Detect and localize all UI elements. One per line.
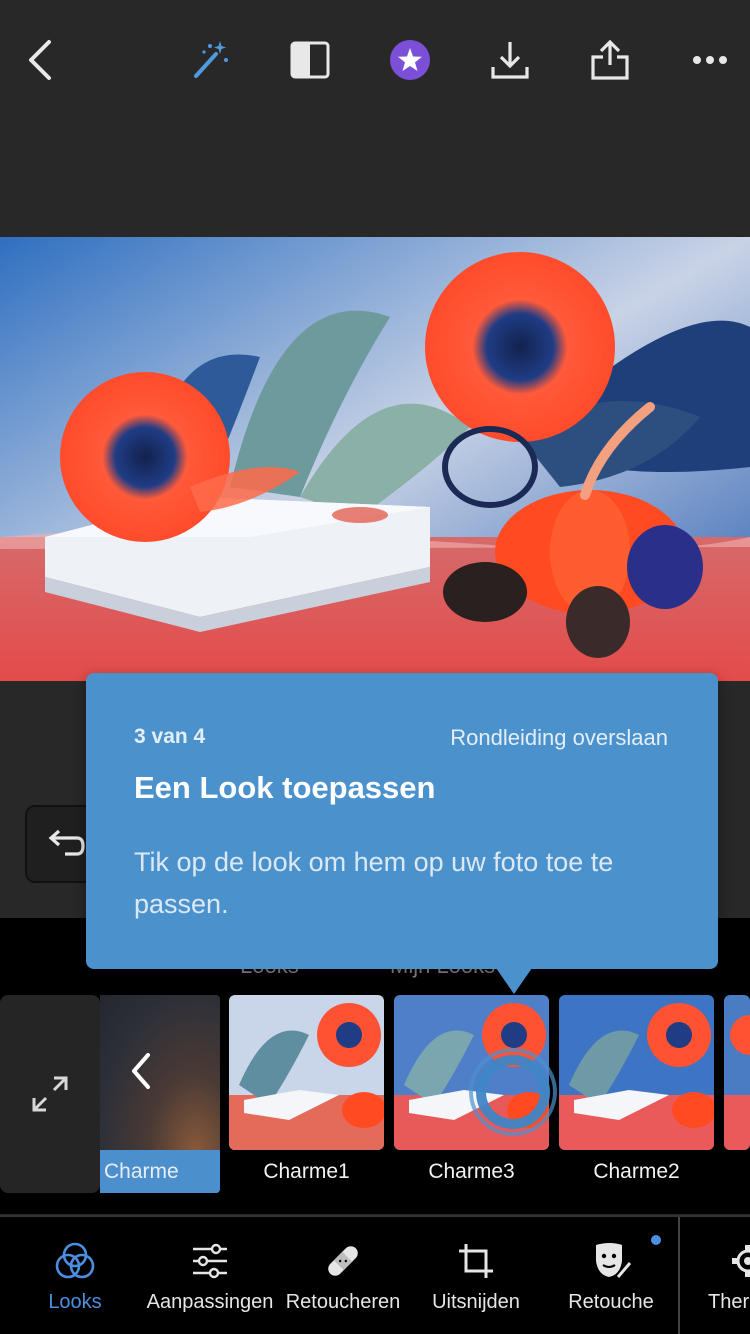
nav-face-retouch[interactable]: Retouche [560, 1217, 662, 1334]
look-thumbnail-charme1[interactable] [229, 995, 384, 1150]
look-label-charme1: Charme1 [263, 1160, 350, 1183]
nav-face-retouch-label: Retouche [568, 1291, 654, 1313]
magic-wand-icon [194, 41, 228, 78]
edited-photo[interactable] [0, 237, 750, 681]
new-feature-dot [651, 1235, 661, 1245]
look-thumbnail-next[interactable] [724, 995, 750, 1150]
look-group-label: Charme [100, 1150, 220, 1193]
looks-icon [55, 1242, 95, 1279]
nav-retouch[interactable]: Retoucheren [282, 1217, 404, 1334]
nav-adjustments-label: Aanpassingen [146, 1291, 274, 1313]
look-preview [724, 995, 750, 1150]
look-label-charme3: Charme3 [428, 1160, 515, 1183]
skip-tour-link[interactable]: Rondleiding overslaan [450, 725, 668, 751]
look-thumbnail-charme2[interactable] [559, 995, 714, 1150]
tap-indicator-icon [469, 1048, 557, 1136]
gear-icon [732, 1245, 750, 1277]
nav-divider [678, 1217, 680, 1334]
face-retouch-icon [596, 1243, 632, 1278]
photo-canvas [0, 237, 750, 681]
tour-step-counter: 3 van 4 [134, 725, 206, 748]
bandage-icon [328, 1246, 358, 1276]
compare-button[interactable] [280, 30, 340, 90]
share-button[interactable] [580, 30, 640, 90]
sliders-icon [193, 1243, 227, 1279]
back-button[interactable] [10, 30, 70, 90]
tour-body: Tik op de look om hem op uw foto toe te … [134, 847, 614, 919]
look-preview [229, 995, 384, 1150]
look-label-charme2: Charme2 [593, 1160, 680, 1183]
tour-tooltip-arrow [496, 968, 532, 994]
star-badge-icon [390, 40, 430, 80]
nav-themes[interactable]: Ther [702, 1217, 750, 1334]
tour-tooltip: 3 van 4 Rondleiding overslaan Een Look t… [86, 673, 718, 969]
download-button[interactable] [480, 30, 540, 90]
premium-button[interactable] [380, 30, 440, 90]
expand-button[interactable] [0, 995, 100, 1193]
nav-looks[interactable]: Looks [30, 1217, 120, 1334]
tour-title: Een Look toepassen [134, 770, 436, 805]
download-icon [491, 42, 529, 79]
chevron-left-icon [132, 1053, 150, 1089]
look-group-back[interactable]: Charme [100, 995, 220, 1193]
undo-icon [48, 829, 85, 856]
share-icon [591, 39, 629, 80]
nav-themes-label: Ther [708, 1291, 750, 1313]
nav-looks-label: Looks [48, 1291, 102, 1313]
more-button[interactable] [680, 30, 740, 90]
compare-icon [290, 41, 330, 79]
expand-icon [32, 1076, 68, 1112]
bottom-nav: Looks Aanpassingen Retoucheren Uitsnijde… [0, 1215, 750, 1334]
look-preview [559, 995, 714, 1150]
top-toolbar [0, 0, 750, 120]
nav-adjustments[interactable]: Aanpassingen [140, 1217, 280, 1334]
nav-crop-label: Uitsnijden [432, 1291, 520, 1313]
nav-crop[interactable]: Uitsnijden [420, 1217, 532, 1334]
crop-icon [459, 1244, 493, 1278]
chevron-left-icon [29, 40, 51, 80]
nav-retouch-label: Retoucheren [285, 1291, 401, 1313]
auto-enhance-button[interactable] [180, 30, 240, 90]
ellipsis-icon [693, 56, 727, 64]
